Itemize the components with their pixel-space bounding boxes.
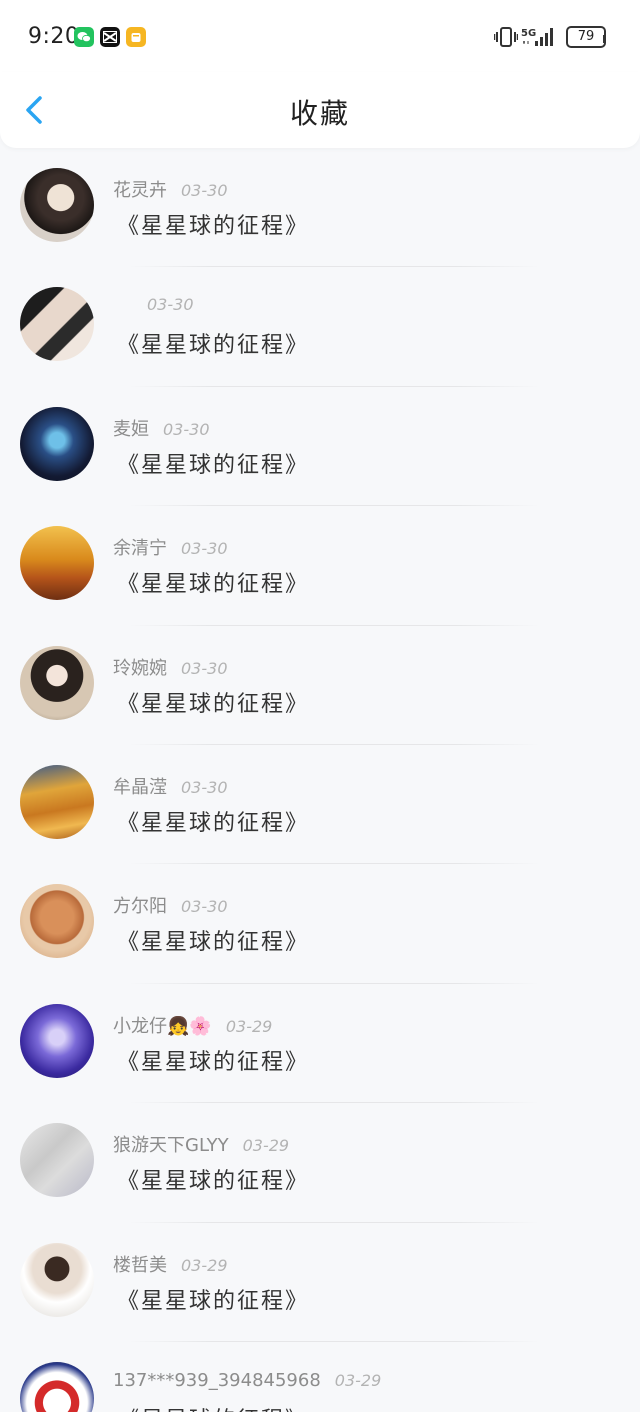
avatar — [20, 526, 94, 601]
date: 03-30 — [163, 419, 210, 439]
list-item[interactable]: 03-30 《星星球的征程》 — [0, 267, 640, 387]
username: 狼游天下GLYY — [113, 1135, 229, 1157]
avatar — [20, 168, 94, 242]
username: 牟晶滢 — [113, 776, 167, 798]
item-title: 《星星球的征程》 — [117, 572, 310, 598]
item-title: 《星星球的征程》 — [117, 1288, 310, 1314]
list-item[interactable]: 狼游天下GLYY 03-29 《星星球的征程》 — [0, 1103, 640, 1223]
list-item[interactable]: 方尔阳 03-30 《星星球的征程》 — [0, 864, 640, 984]
page-title: 收藏 — [289, 97, 350, 130]
avatar — [20, 1123, 94, 1198]
username: 麦姮 — [113, 418, 149, 440]
item-title: 《星星球的征程》 — [117, 1402, 309, 1412]
list-item[interactable]: 楼哲美 03-29 《星星球的征程》 — [0, 1223, 640, 1342]
list-item[interactable]: 花灵卉 03-30 《星星球的征程》 — [0, 148, 640, 268]
list-item[interactable]: 牟晶滢 03-30 《星星球的征程》 — [0, 745, 640, 865]
header: 收藏 — [0, 72, 640, 148]
battery-level: 79 — [577, 29, 595, 44]
item-title: 《星星球的征程》 — [117, 930, 310, 956]
date: 03-30 — [181, 658, 228, 678]
username: 137***939_394845968 — [113, 1369, 321, 1391]
date: 03-29 — [334, 1370, 382, 1390]
avatar — [20, 764, 94, 839]
battery-icon: 79 — [566, 26, 606, 48]
item-title: 《星星球的征程》 — [117, 1169, 310, 1195]
date: 03-30 — [181, 539, 228, 559]
item-title: 《星星球的征程》 — [117, 810, 310, 836]
status-bar: 9:20 5G 79 — [0, 0, 640, 72]
signal-icon: 5G — [521, 26, 557, 52]
date: 03-30 — [181, 777, 228, 797]
favorites-list: 花灵卉 03-30 《星星球的征程》 03-30 《星星球的征程》 麦姮 03-30… — [0, 148, 640, 1412]
list-item[interactable]: 玲婉婉 03-30 《星星球的征程》 — [0, 626, 640, 745]
item-title: 《星星球的征程》 — [117, 333, 310, 359]
username: 小龙仔👧🌸 — [113, 1015, 212, 1037]
status-time: 9:20 — [28, 24, 80, 49]
list-item[interactable]: 137***939_394845968 03-29 《星星球的征程》 — [0, 1342, 640, 1412]
avatar — [20, 884, 94, 959]
item-title: 《星星球的征程》 — [117, 452, 310, 478]
wechat-icon — [74, 27, 94, 47]
username: 花灵卉 — [113, 180, 167, 201]
avatar — [20, 1003, 94, 1078]
svg-text:5G: 5G — [521, 28, 536, 39]
date: 03-30 — [181, 897, 228, 917]
list-item[interactable]: 麦姮 03-30 《星星球的征程》 — [0, 387, 640, 507]
avatar — [20, 1361, 94, 1412]
date: 03-30 — [181, 181, 228, 200]
username: 玲婉婉 — [113, 657, 167, 679]
date: 03-29 — [225, 1016, 273, 1036]
vibrate-icon — [493, 26, 519, 52]
item-title: 《星星球的征程》 — [117, 691, 310, 717]
avatar — [20, 287, 94, 362]
date: 03-30 — [147, 295, 194, 315]
date: 03-29 — [181, 1255, 228, 1275]
date: 03-29 — [242, 1136, 290, 1156]
avatar — [20, 1242, 94, 1317]
notes-icon — [126, 27, 146, 47]
username: 楼哲美 — [113, 1254, 167, 1276]
item-title: 《星星球的征程》 — [117, 214, 310, 239]
list-item[interactable]: 余清宁 03-30 《星星球的征程》 — [0, 506, 640, 626]
username: 余清宁 — [113, 538, 167, 560]
avatar — [20, 406, 94, 481]
capcut-icon — [100, 27, 120, 47]
item-title: 《星星球的征程》 — [117, 1049, 310, 1075]
list-item[interactable]: 小龙仔👧🌸 03-29 《星星球的征程》 — [0, 984, 640, 1104]
username: 方尔阳 — [113, 896, 167, 918]
avatar — [20, 645, 94, 720]
